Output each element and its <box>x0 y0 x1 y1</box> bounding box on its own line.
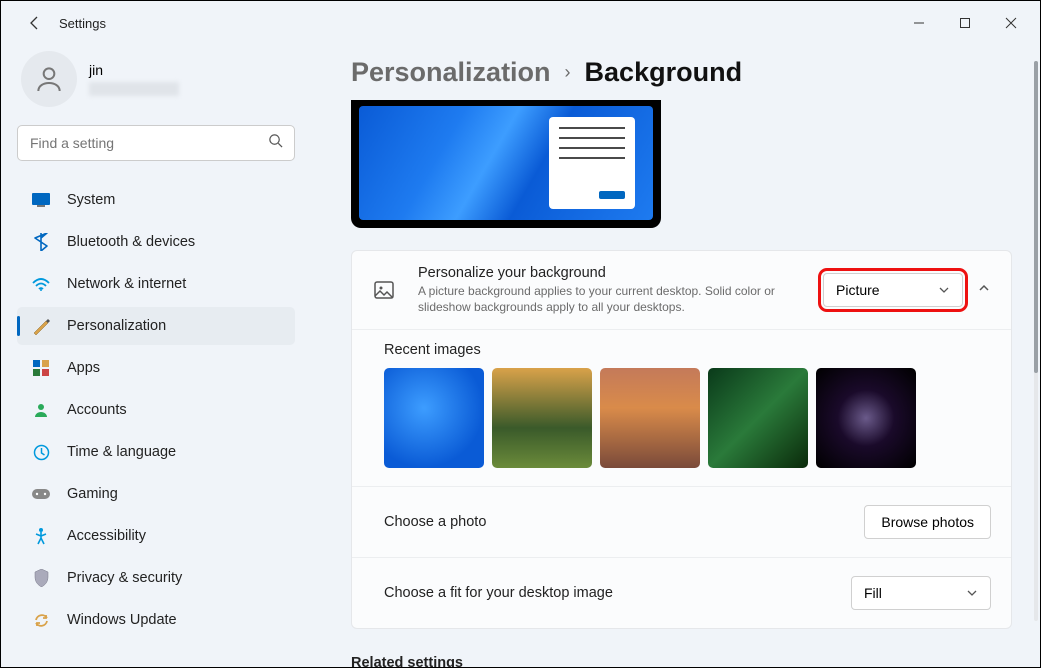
person-icon <box>33 63 65 95</box>
scrollbar-thumb[interactable] <box>1034 61 1038 373</box>
profile-name: jin <box>89 62 179 78</box>
main-content: Personalization › Background Personalize… <box>311 45 1040 667</box>
chevron-right-icon: › <box>565 62 571 83</box>
arrow-left-icon <box>27 15 43 31</box>
nav-label: Accounts <box>67 402 127 418</box>
privacy-icon <box>31 568 51 588</box>
nav-label: Privacy & security <box>67 570 182 586</box>
search-input[interactable] <box>17 125 295 161</box>
nav-label: Accessibility <box>67 528 146 544</box>
minimize-button[interactable] <box>896 7 942 39</box>
breadcrumb: Personalization › Background <box>351 57 1012 88</box>
dropdown-value: Picture <box>836 282 880 298</box>
nav-label: Apps <box>67 360 100 376</box>
sidebar-item-accounts[interactable]: Accounts <box>17 391 295 429</box>
system-icon <box>31 190 51 210</box>
recent-thumb-4[interactable] <box>708 368 808 468</box>
nav-label: Bluetooth & devices <box>67 234 195 250</box>
close-button[interactable] <box>988 7 1034 39</box>
back-button[interactable] <box>23 11 47 35</box>
sidebar-item-network[interactable]: Network & internet <box>17 265 295 303</box>
nav-list: System Bluetooth & devices Network & int… <box>17 181 295 639</box>
apps-icon <box>31 358 51 378</box>
choose-photo-label: Choose a photo <box>384 514 864 530</box>
accessibility-icon <box>31 526 51 546</box>
gaming-icon <box>31 484 51 504</box>
sidebar-item-accessibility[interactable]: Accessibility <box>17 517 295 555</box>
choose-fit-label: Choose a fit for your desktop image <box>384 585 851 601</box>
titlebar: Settings <box>1 1 1040 45</box>
accounts-icon <box>31 400 51 420</box>
nav-label: Time & language <box>67 444 176 460</box>
breadcrumb-parent[interactable]: Personalization <box>351 57 551 88</box>
maximize-icon <box>959 17 971 29</box>
sidebar-item-personalization[interactable]: Personalization <box>17 307 295 345</box>
page-title: Background <box>585 57 743 88</box>
recent-thumb-3[interactable] <box>600 368 700 468</box>
sidebar-item-apps[interactable]: Apps <box>17 349 295 387</box>
collapse-toggle[interactable] <box>977 281 991 300</box>
nav-label: Personalization <box>67 318 166 334</box>
chevron-down-icon <box>966 587 978 599</box>
close-icon <box>1005 17 1017 29</box>
sidebar-item-update[interactable]: Windows Update <box>17 601 295 639</box>
maximize-button[interactable] <box>942 7 988 39</box>
sidebar-item-privacy[interactable]: Privacy & security <box>17 559 295 597</box>
chevron-up-icon <box>977 281 991 295</box>
bluetooth-icon <box>31 232 51 252</box>
recent-thumb-2[interactable] <box>492 368 592 468</box>
minimize-icon <box>913 17 925 29</box>
sidebar-item-bluetooth[interactable]: Bluetooth & devices <box>17 223 295 261</box>
dropdown-value: Fill <box>864 585 882 601</box>
sidebar-item-system[interactable]: System <box>17 181 295 219</box>
picture-icon <box>372 278 396 302</box>
update-icon <box>31 610 51 630</box>
profile-block[interactable]: jin <box>17 51 295 107</box>
search-box <box>17 125 295 161</box>
background-type-dropdown[interactable]: Picture <box>823 273 963 307</box>
recent-images-title: Recent images <box>384 342 991 358</box>
personalize-card: Personalize your background A picture ba… <box>351 250 1012 629</box>
preview-wallpaper <box>359 106 653 220</box>
profile-email-blurred <box>89 82 179 96</box>
nav-label: Gaming <box>67 486 118 502</box>
browse-photos-button[interactable]: Browse photos <box>864 505 991 539</box>
chevron-down-icon <box>938 284 950 296</box>
avatar <box>21 51 77 107</box>
recent-thumb-5[interactable] <box>816 368 916 468</box>
personalize-title: Personalize your background <box>418 265 823 281</box>
personalize-subtitle: A picture background applies to your cur… <box>418 283 818 315</box>
search-icon <box>268 133 283 153</box>
fit-dropdown[interactable]: Fill <box>851 576 991 610</box>
time-icon <box>31 442 51 462</box>
sidebar-item-gaming[interactable]: Gaming <box>17 475 295 513</box>
network-icon <box>31 274 51 294</box>
sidebar-item-time[interactable]: Time & language <box>17 433 295 471</box>
recent-thumbnails <box>384 368 991 468</box>
recent-images-section: Recent images <box>352 330 1011 487</box>
window-controls <box>896 7 1034 39</box>
preview-window <box>549 117 635 209</box>
personalization-icon <box>31 316 51 336</box>
desktop-preview <box>351 100 661 228</box>
sidebar: jin System Bluetooth & devices Network <box>1 45 311 667</box>
window-title: Settings <box>59 16 106 31</box>
nav-label: Windows Update <box>67 612 177 628</box>
recent-thumb-1[interactable] <box>384 368 484 468</box>
nav-label: System <box>67 192 115 208</box>
nav-label: Network & internet <box>67 276 186 292</box>
related-settings-heading: Related settings <box>351 655 1012 667</box>
